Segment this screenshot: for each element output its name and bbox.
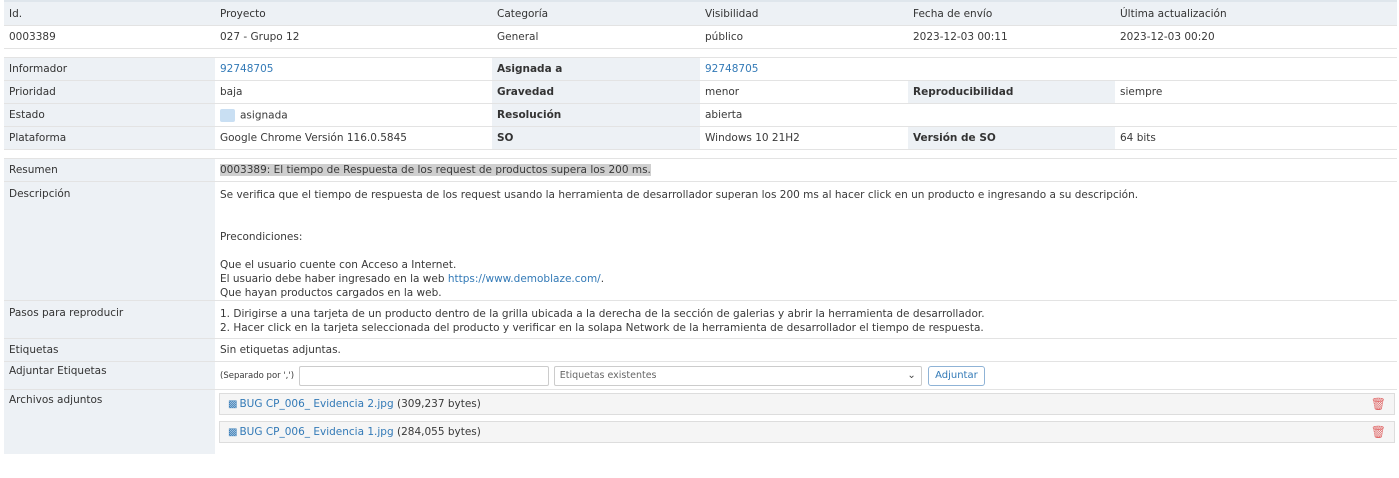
attachment-item: ▩ BUG CP_006_ Evidencia 1.jpg (284,055 by… xyxy=(219,421,1395,443)
descripcion-line3-prefix: El usuario debe haber ingresado en la we… xyxy=(220,273,448,285)
col-ultima-actualizacion: Última actualización xyxy=(1115,0,1397,26)
row-archivos: Archivos adjuntos ▩ BUG CP_006_ Evidencia… xyxy=(4,389,1397,454)
plataforma-label: Plataforma xyxy=(4,126,215,150)
row-plataforma: Plataforma Google Chrome Versión 116.0.5… xyxy=(4,126,1397,150)
image-file-icon: ▩ xyxy=(228,427,238,438)
col-visibilidad: Visibilidad xyxy=(700,0,908,26)
image-file-icon: ▩ xyxy=(228,399,238,410)
pasos-line1: 1. Dirigirse a una tarjeta de un product… xyxy=(220,308,985,320)
spacer xyxy=(4,149,1397,159)
resumen-label: Resumen xyxy=(4,158,215,182)
attachment-size: (284,055 bytes) xyxy=(396,426,481,438)
issue-view: Id. Proyecto Categoría Visibilidad Fecha… xyxy=(0,0,1399,478)
descripcion-line2: Que el usuario cuente con Acceso a Inter… xyxy=(220,259,457,271)
etiquetas-label: Etiquetas xyxy=(4,338,215,362)
trash-icon[interactable]: 🗑 xyxy=(1371,425,1386,439)
estado-cell: asignada xyxy=(215,103,492,127)
issue-id: 0003389 xyxy=(4,25,215,49)
etiquetas-value: Sin etiquetas adjuntas. xyxy=(215,338,1397,362)
tag-select[interactable]: Etiquetas existentes ⌄ xyxy=(553,365,922,386)
row-resumen: Resumen 0003389: El tiempo de Respuesta … xyxy=(4,158,1397,182)
row-estado: Estado asignada Resolución abierta xyxy=(4,103,1397,127)
estado-label: Estado xyxy=(4,103,215,127)
trash-icon[interactable]: 🗑 xyxy=(1371,397,1386,411)
reproducibilidad-label: Reproducibilidad xyxy=(908,80,1115,104)
asignada-label: Asignada a xyxy=(492,57,700,81)
descripcion-line1: Se verifica que el tiempo de respuesta d… xyxy=(220,189,1139,201)
attachment-link[interactable]: BUG CP_006_ Evidencia 1.jpg xyxy=(239,426,393,438)
descripcion-body: Se verifica que el tiempo de respuesta d… xyxy=(215,181,1397,301)
attachment-item: ▩ BUG CP_006_ Evidencia 2.jpg (309,237 by… xyxy=(219,393,1395,415)
row-pasos: Pasos para reproducir 1. Dirigirse a una… xyxy=(4,300,1397,339)
col-categoria: Categoría xyxy=(492,0,700,26)
demoblaze-link[interactable]: https://www.demoblaze.com/ xyxy=(448,273,601,285)
adjuntar-controls: (Separado por ',') Etiquetas existentes ⌄… xyxy=(215,361,1397,390)
adjuntar-hint: (Separado por ',') xyxy=(220,370,295,381)
pasos-label: Pasos para reproducir xyxy=(4,300,215,339)
descripcion-label: Descripción xyxy=(4,181,215,301)
pasos-body: 1. Dirigirse a una tarjeta de un product… xyxy=(215,300,1397,339)
resolucion-value: abierta xyxy=(700,103,908,127)
chevron-down-icon: ⌄ xyxy=(907,370,916,381)
attachment-size: (309,237 bytes) xyxy=(396,398,481,410)
informador-label: Informador xyxy=(4,57,215,81)
header-row: Id. Proyecto Categoría Visibilidad Fecha… xyxy=(4,0,1397,26)
pasos-line2: 2. Hacer click en la tarjeta seleccionad… xyxy=(220,322,984,334)
tag-input[interactable] xyxy=(299,365,550,386)
spacer xyxy=(4,48,1397,58)
informador-link[interactable]: 92748705 xyxy=(220,63,273,75)
so-value: Windows 10 21H2 xyxy=(700,126,908,150)
row-descripcion: Descripción Se verifica que el tiempo de… xyxy=(4,181,1397,301)
row-adjuntar: Adjuntar Etiquetas (Separado por ',') Et… xyxy=(4,361,1397,390)
issue-submitted: 2023-12-03 00:11 xyxy=(908,25,1115,49)
adjuntar-label: Adjuntar Etiquetas xyxy=(4,361,215,390)
descripcion-line3-suffix: . xyxy=(600,273,605,285)
adjuntar-button[interactable]: Adjuntar xyxy=(928,365,985,386)
issue-project: 027 - Grupo 12 xyxy=(215,25,492,49)
header-values-row: 0003389 027 - Grupo 12 General público 2… xyxy=(4,25,1397,49)
tag-select-value: Etiquetas existentes xyxy=(559,370,657,381)
archivos-label: Archivos adjuntos xyxy=(4,389,215,454)
prioridad-label: Prioridad xyxy=(4,80,215,104)
resumen-value: 0003389: El tiempo de Respuesta de los r… xyxy=(220,164,651,176)
col-id: Id. xyxy=(4,0,215,26)
estado-value: asignada xyxy=(240,109,288,121)
row-etiquetas: Etiquetas Sin etiquetas adjuntas. xyxy=(4,338,1397,362)
issue-visibility: público xyxy=(700,25,908,49)
prioridad-value: baja xyxy=(215,80,492,104)
row-prioridad: Prioridad baja Gravedad menor Reproducib… xyxy=(4,80,1397,104)
asignada-link[interactable]: 92748705 xyxy=(705,63,758,75)
issue-updated: 2023-12-03 00:20 xyxy=(1115,25,1397,49)
descripcion-line4: Que hayan productos cargados en la web. xyxy=(220,287,442,299)
col-proyecto: Proyecto xyxy=(215,0,492,26)
issue-table: Id. Proyecto Categoría Visibilidad Fecha… xyxy=(4,0,1397,454)
gravedad-value: menor xyxy=(700,80,908,104)
archivos-list: ▩ BUG CP_006_ Evidencia 2.jpg (309,237 by… xyxy=(215,389,1397,454)
attachment-link[interactable]: BUG CP_006_ Evidencia 2.jpg xyxy=(239,398,393,410)
version-so-label: Versión de SO xyxy=(908,126,1115,150)
plataforma-value: Google Chrome Versión 116.0.5845 xyxy=(215,126,492,150)
col-fecha-envio: Fecha de envío xyxy=(908,0,1115,26)
version-so-value: 64 bits xyxy=(1115,126,1397,150)
gravedad-label: Gravedad xyxy=(492,80,700,104)
descripcion-line3: El usuario debe haber ingresado en la we… xyxy=(220,272,1397,286)
reproducibilidad-value: siempre xyxy=(1115,80,1397,104)
row-informador: Informador 92748705 Asignada a 92748705 xyxy=(4,57,1397,81)
so-label: SO xyxy=(492,126,700,150)
status-color-icon xyxy=(220,108,235,122)
issue-category: General xyxy=(492,25,700,49)
resolucion-label: Resolución xyxy=(492,103,700,127)
descripcion-precondiciones: Precondiciones: xyxy=(220,231,303,243)
